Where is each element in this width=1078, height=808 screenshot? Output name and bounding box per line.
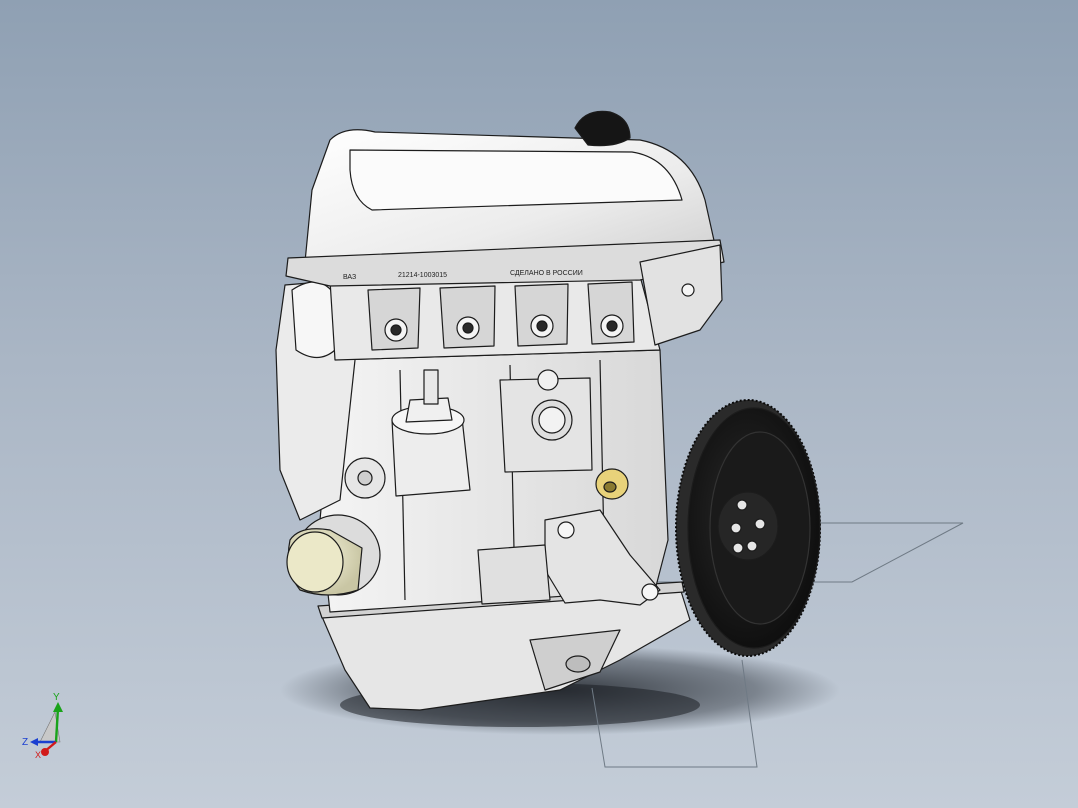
graphics-viewport[interactable]: ВАЗ 21214-1003015 СДЕЛАНО В РОССИИ Y Z X <box>0 0 1078 808</box>
model-view[interactable]: ВАЗ 21214-1003015 СДЕЛАНО В РОССИИ Y Z X <box>0 0 1078 808</box>
valve-cover-top <box>349 149 683 211</box>
triad-z-label: Z <box>22 737 28 748</box>
head-stamp-short: ВАЗ <box>343 274 356 281</box>
flywheel[interactable] <box>675 399 821 657</box>
triad-y-label: Y <box>53 692 60 703</box>
flywheel-bolt <box>736 499 748 511</box>
flywheel-bolt <box>754 518 766 530</box>
x-axis-ball <box>41 748 49 756</box>
flywheel-bolt <box>732 542 744 554</box>
engine-mount[interactable] <box>477 544 551 605</box>
flywheel-bolt <box>730 522 742 534</box>
view-triad[interactable]: Y Z X <box>22 692 63 760</box>
bracket-bolt <box>557 521 575 539</box>
flywheel-bolt <box>746 540 758 552</box>
triad-x-label: X <box>35 750 41 760</box>
oil-filter-face <box>286 531 344 593</box>
bracket-bolt <box>641 583 659 601</box>
head-bolt <box>681 283 695 297</box>
z-arrow-icon <box>30 738 38 746</box>
head-stamp-origin: СДЕЛАНО В РОССИИ <box>510 270 583 277</box>
engine-assembly[interactable]: ВАЗ 21214-1003015 СДЕЛАНО В РОССИИ <box>275 110 821 711</box>
head-stamp-part-number: 21214-1003015 <box>398 272 447 279</box>
y-arrow-icon <box>53 702 63 712</box>
oil-pressure-sensor[interactable] <box>537 369 559 391</box>
drain-plug[interactable] <box>565 655 591 673</box>
distributor-terminal <box>423 369 439 405</box>
head-end-plate[interactable] <box>639 244 723 346</box>
